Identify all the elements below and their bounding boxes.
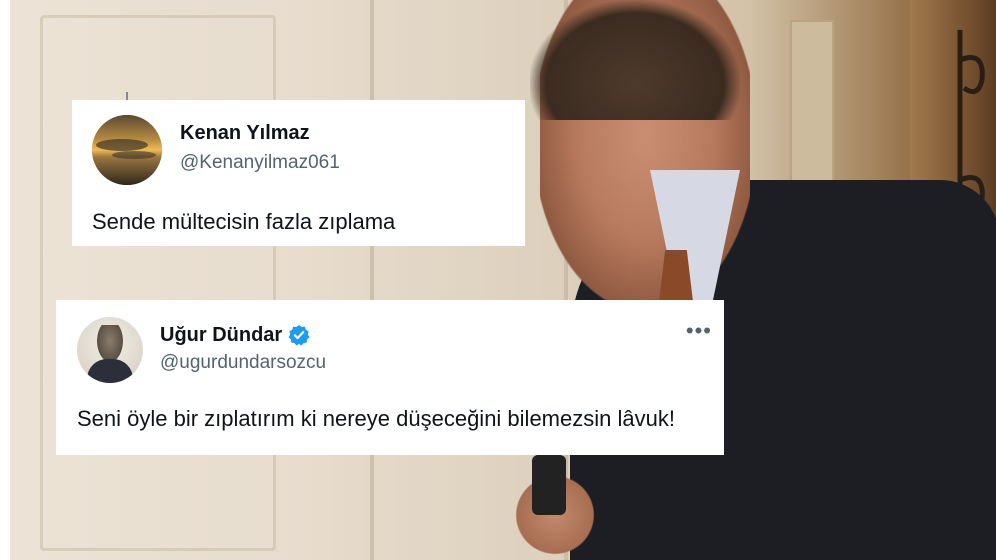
- tweet-card-ugur[interactable]: Uğur Dündar @ugurdundarsozcu ••• Seni öy…: [56, 300, 724, 455]
- sunset-avatar-icon[interactable]: [92, 115, 162, 185]
- author-name[interactable]: Uğur Dündar: [160, 324, 282, 347]
- portrait-avatar-icon[interactable]: [77, 317, 143, 383]
- author-handle[interactable]: @ugurdundarsozcu: [160, 352, 326, 374]
- more-options-icon[interactable]: •••: [686, 320, 712, 342]
- tweet-text: Seni öyle bir zıplatırım ki nereye düşec…: [77, 406, 675, 431]
- verified-badge-icon: [288, 325, 310, 346]
- door-panel: [40, 15, 276, 551]
- divider-tick: [126, 92, 128, 100]
- microphone: [532, 455, 566, 515]
- author-handle[interactable]: @Kenanyilmaz061: [180, 152, 340, 174]
- tweet-text: Sende mültecisin fazla zıplama: [92, 209, 396, 234]
- window-frame: [790, 20, 834, 204]
- man-hair: [530, 0, 740, 120]
- tweet-card-kenan[interactable]: Kenan Yılmaz @Kenanyilmaz061 Sende mülte…: [72, 100, 525, 246]
- background-photo: [10, 0, 996, 560]
- avatar-portrait-suit: [87, 359, 133, 383]
- author-name[interactable]: Kenan Yılmaz: [180, 122, 310, 145]
